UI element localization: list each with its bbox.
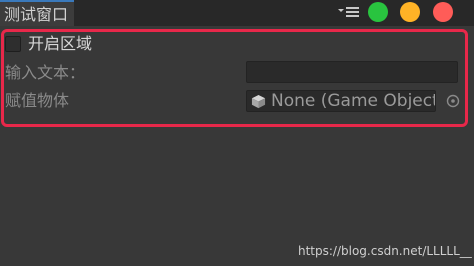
game-object-field[interactable]: None (Game Object) [246,90,436,112]
input-text-label: 输入文本： [5,63,86,82]
assign-object-label: 赋值物体 [5,91,70,110]
dropdown-menu-icon[interactable] [338,4,360,20]
minimize-button[interactable] [400,2,420,22]
cube-icon [251,94,266,109]
maximize-button[interactable] [368,2,388,22]
window-titlebar: 测试窗口 [0,0,474,26]
enable-region-checkbox[interactable] [5,36,21,52]
object-picker-icon[interactable] [446,94,460,108]
window-tab[interactable]: 测试窗口 [0,0,74,26]
close-button[interactable] [433,2,453,22]
window-tab-title: 测试窗口 [4,5,69,24]
input-text-field[interactable] [246,61,458,83]
watermark-text: https://blog.csdn.net/LLLLL__ [298,244,472,258]
enable-region-label: 开启区域 [28,34,93,53]
game-object-value: None (Game Object) [271,91,436,111]
